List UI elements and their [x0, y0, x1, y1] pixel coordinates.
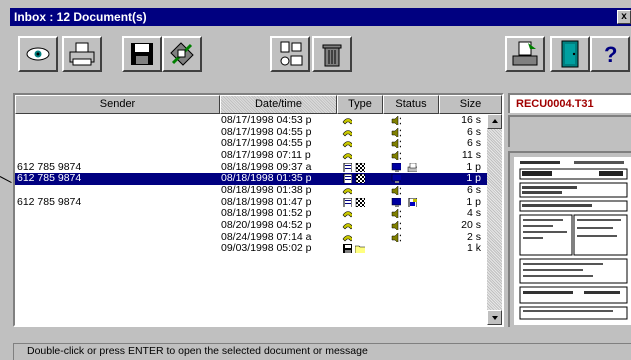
- doc-icon: [343, 162, 352, 172]
- exit-door-icon: [561, 40, 579, 68]
- tools-icon: [170, 42, 194, 66]
- fax-page-thumbnail-image: [518, 159, 629, 323]
- column-header-type[interactable]: Type: [337, 95, 383, 114]
- fax-phone-icon: [280, 41, 303, 66]
- preview-filename: RECU0004.T31: [508, 93, 631, 113]
- trash-bin-icon: [322, 44, 342, 67]
- datetime-cell: 08/20/1998 04:52 p: [221, 218, 312, 231]
- column-header-size[interactable]: Size: [439, 95, 502, 114]
- phone-icon: [342, 188, 352, 195]
- table-row[interactable]: 09/03/1998 05:02 p 1 k: [15, 243, 487, 255]
- view-eye-icon: [26, 47, 50, 61]
- note-icon: [408, 197, 417, 207]
- status-bar: Double-click or press ENTER to open the …: [13, 343, 631, 360]
- send-button[interactable]: [505, 36, 545, 72]
- table-row[interactable]: 08/18/1998 01:38 p 6 s: [15, 183, 487, 197]
- column-header-status[interactable]: Status: [383, 95, 439, 114]
- datetime-cell: 08/17/1998 04:53 p: [221, 114, 312, 126]
- scroll-up-button[interactable]: [487, 114, 502, 129]
- speaker-icon: [391, 185, 401, 195]
- preview-panel: RECU0004.T31: [508, 93, 631, 327]
- close-button[interactable]: x: [617, 10, 631, 24]
- print-button[interactable]: [62, 36, 102, 72]
- monitor-icon: [391, 162, 401, 172]
- send-tray-icon: [512, 41, 538, 66]
- monitor-icon: [391, 174, 401, 184]
- speaker-icon: [391, 150, 401, 160]
- datetime-cell: 08/17/1998 07:11 p: [221, 148, 311, 161]
- checker-icon: [355, 162, 365, 172]
- phone-icon: [342, 234, 352, 241]
- window-title: Inbox : 12 Document(s): [14, 10, 147, 24]
- phone-icon: [342, 223, 352, 230]
- preview-thumbnail-frame: [508, 151, 631, 327]
- grid-scrollbar[interactable]: [487, 114, 502, 325]
- document-thumbnail[interactable]: [514, 157, 631, 325]
- size-cell: 1 k: [466, 242, 481, 255]
- checker-icon: [355, 197, 365, 207]
- phone-icon: [342, 211, 352, 218]
- tools-button[interactable]: [162, 36, 202, 72]
- monitor-icon: [391, 197, 401, 207]
- column-header-datetime[interactable]: Date/time: [220, 95, 337, 114]
- table-row[interactable]: 08/17/1998 07:11 p 11 s: [15, 148, 487, 162]
- size-cell: 6 s: [466, 183, 481, 196]
- phone-icon: [342, 118, 352, 125]
- speaker-icon: [391, 127, 401, 137]
- speaker-icon: [391, 116, 401, 125]
- disk-icon: [343, 244, 352, 254]
- size-cell: 16 s: [461, 114, 481, 126]
- sender-cell: 612 785 9874: [17, 172, 82, 185]
- phone-icon: [342, 153, 352, 160]
- sender-cell: 612 785 9874: [17, 195, 82, 208]
- exit-button[interactable]: [550, 36, 590, 72]
- window-titlebar: Inbox : 12 Document(s) x: [10, 8, 631, 26]
- help-button[interactable]: ?: [590, 36, 630, 72]
- print-icon: [69, 42, 95, 66]
- phone-icon: [342, 141, 352, 148]
- size-cell: 20 s: [461, 218, 481, 231]
- help-icon: ?: [604, 42, 617, 67]
- save-button[interactable]: [122, 36, 162, 72]
- speaker-icon: [391, 139, 401, 149]
- column-header-sender[interactable]: Sender: [15, 95, 220, 114]
- fax-button[interactable]: [270, 36, 310, 72]
- speaker-icon: [391, 220, 401, 230]
- table-row[interactable]: 08/17/1998 04:53 p 16 s: [15, 114, 487, 127]
- doc-icon: [343, 197, 352, 207]
- inbox-grid: Sender Date/time Type Status Size 08/17/…: [13, 93, 504, 327]
- datetime-cell: 09/03/1998 05:02 p: [221, 242, 312, 255]
- table-row[interactable]: 08/20/1998 04:52 p 20 s: [15, 218, 487, 232]
- size-cell: 11 s: [461, 148, 481, 161]
- delete-button[interactable]: [312, 36, 352, 72]
- save-disk-icon: [131, 43, 153, 65]
- svg-text:?: ?: [604, 42, 617, 67]
- preview-info-box: [508, 115, 631, 147]
- speaker-icon: [391, 209, 401, 219]
- view-button[interactable]: [18, 36, 58, 72]
- checker-icon: [355, 174, 365, 184]
- doc-icon: [343, 174, 352, 184]
- scroll-down-button[interactable]: [487, 310, 502, 325]
- speaker-icon: [391, 232, 401, 242]
- phone-icon: [342, 129, 352, 137]
- datetime-cell: 08/18/1998 01:38 p: [221, 183, 312, 196]
- fax-icon: [407, 162, 417, 172]
- folder-icon: [355, 245, 365, 254]
